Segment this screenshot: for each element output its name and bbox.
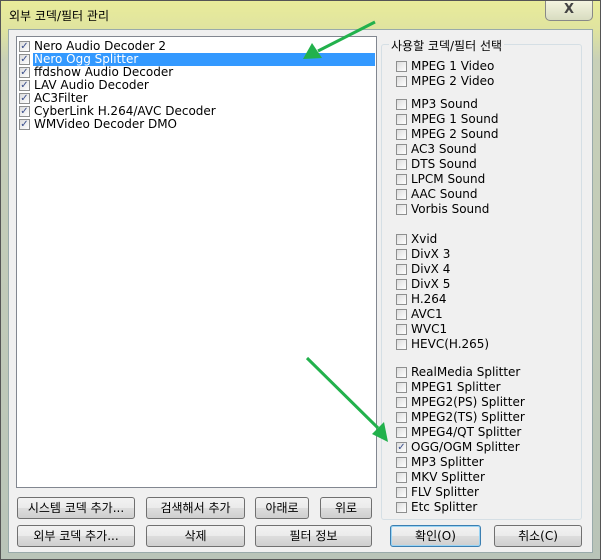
annotation-arrows <box>303 20 388 442</box>
annotation-arrow-1 <box>317 20 376 53</box>
annotation-arrow-2 <box>305 356 380 430</box>
